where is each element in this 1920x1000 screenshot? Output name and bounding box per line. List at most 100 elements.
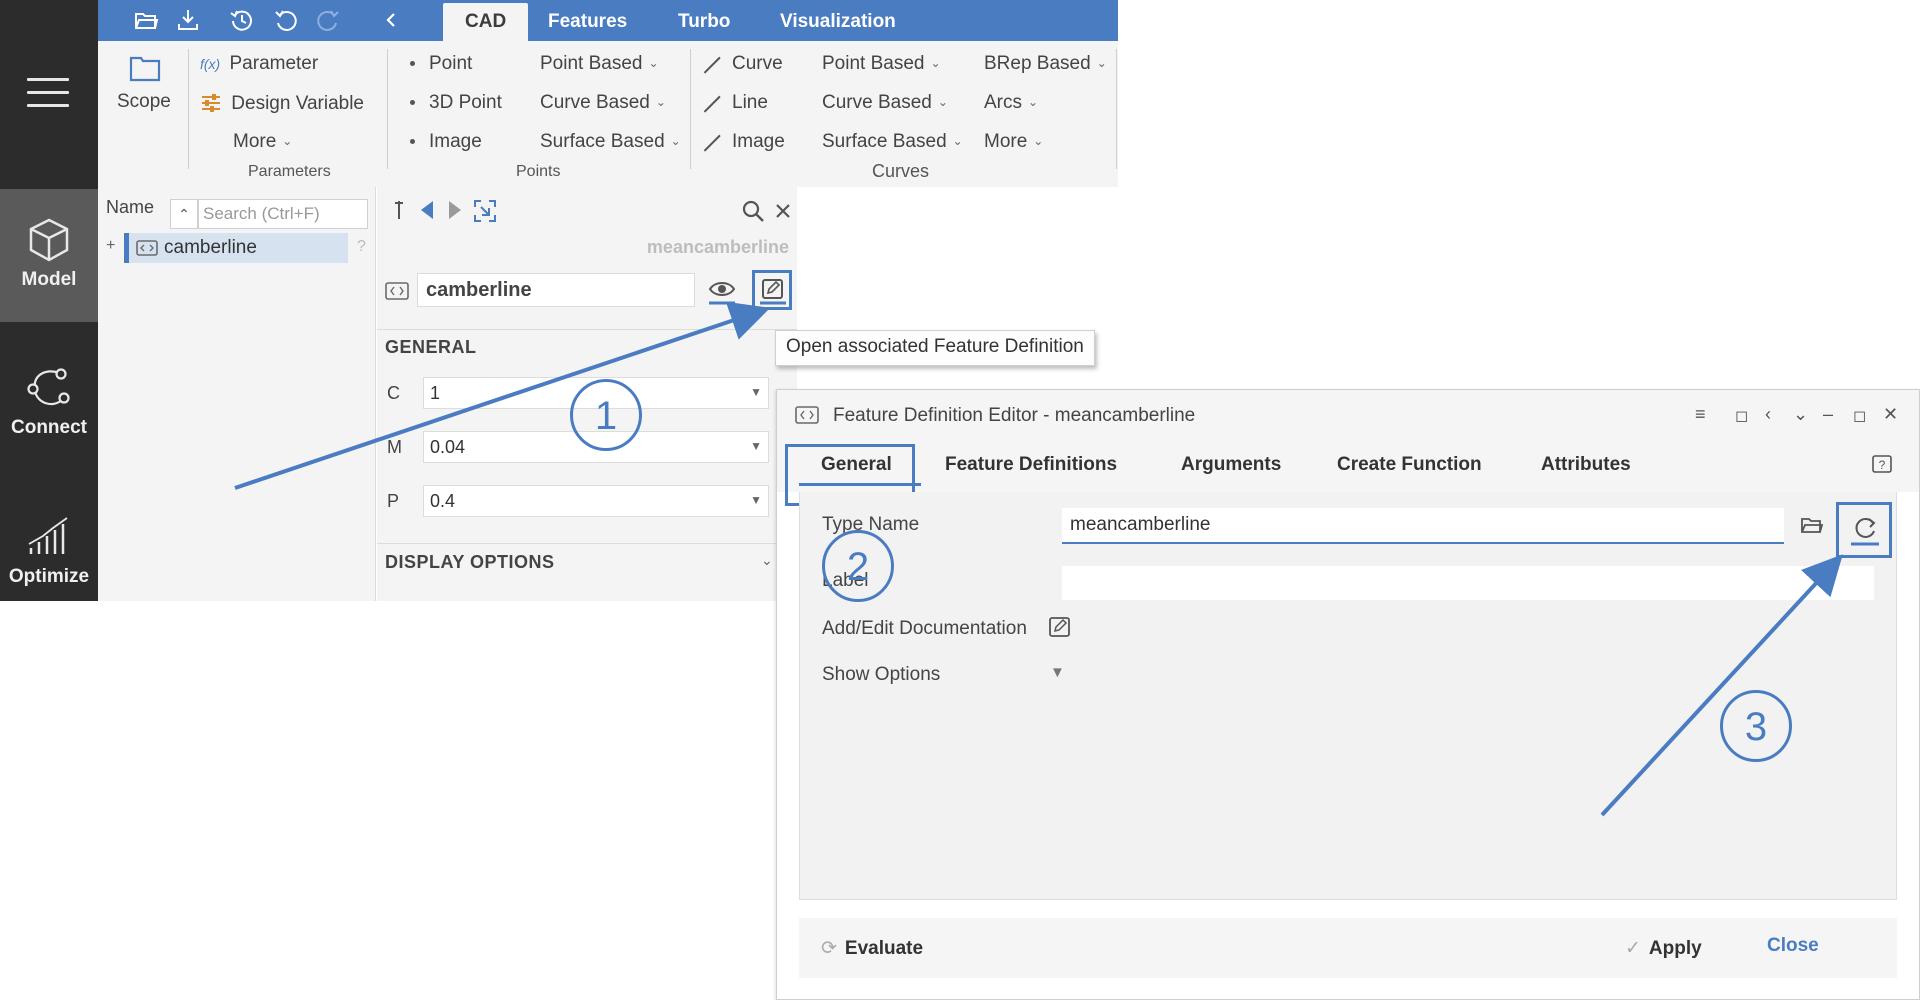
download-icon[interactable] bbox=[175, 7, 201, 33]
3d-point-label: 3D Point bbox=[429, 92, 502, 113]
param-label: M bbox=[387, 437, 402, 457]
dialog-tab-attributes[interactable]: Attributes bbox=[1541, 454, 1631, 476]
3d-point-button[interactable]: 3D Point bbox=[410, 92, 502, 114]
param-label: P bbox=[387, 491, 400, 511]
parameters-more-button[interactable]: More ⌄ bbox=[233, 131, 292, 153]
folder-open-icon[interactable] bbox=[1800, 514, 1824, 536]
general-section-title[interactable]: GENERAL bbox=[385, 337, 477, 358]
line-button[interactable]: Line bbox=[703, 92, 768, 114]
divider bbox=[377, 329, 797, 330]
scope-folder-icon[interactable] bbox=[128, 53, 162, 83]
history-icon[interactable] bbox=[229, 7, 255, 33]
curve-label: Curve bbox=[732, 53, 783, 74]
reload-definition-button[interactable] bbox=[1836, 502, 1892, 558]
dialog-tab-feature-definitions[interactable]: Feature Definitions bbox=[945, 454, 1117, 476]
chevron-down-icon[interactable]: ⌄ bbox=[1793, 404, 1808, 425]
refresh-icon: ⟳ bbox=[821, 938, 837, 959]
edit-documentation-icon[interactable] bbox=[1048, 616, 1072, 640]
refresh-icon bbox=[1851, 518, 1879, 546]
curves-more-dropdown[interactable]: More ⌄ bbox=[984, 131, 1043, 153]
help-icon[interactable]: ? bbox=[1871, 454, 1893, 476]
close-button[interactable]: Close bbox=[1767, 935, 1819, 957]
nav-label: Model bbox=[21, 269, 77, 290]
nav-item-model[interactable]: Model bbox=[0, 189, 98, 322]
point-dot-icon bbox=[410, 61, 415, 66]
folder-open-icon[interactable] bbox=[133, 7, 159, 33]
param-value: 0.04 bbox=[430, 437, 466, 457]
curves-surface-based-dropdown[interactable]: Surface Based ⌄ bbox=[822, 131, 963, 153]
points-point-based-dropdown[interactable]: Point Based ⌄ bbox=[540, 53, 659, 75]
dialog-tab-create-function[interactable]: Create Function bbox=[1337, 454, 1482, 476]
maximize-icon[interactable]: ◻ bbox=[1853, 406, 1866, 426]
tree-row[interactable]: + camberline ? bbox=[102, 233, 372, 263]
previous-triangle-icon[interactable] bbox=[417, 199, 437, 221]
object-name-field[interactable]: camberline bbox=[417, 273, 695, 307]
expand-icon[interactable]: + bbox=[106, 237, 115, 255]
dialog-footer: ⟳ Evaluate ✓ Apply Close bbox=[799, 918, 1897, 978]
tab-features[interactable]: Features bbox=[526, 0, 649, 41]
chevron-down-icon: ⌄ bbox=[952, 134, 963, 148]
points-curve-based-dropdown[interactable]: Curve Based ⌄ bbox=[540, 92, 666, 114]
visibility-toggle[interactable] bbox=[707, 275, 737, 305]
evaluate-label: Evaluate bbox=[844, 938, 924, 959]
image-label: Image bbox=[429, 131, 482, 152]
dialog-title: Feature Definition Editor - meancamberli… bbox=[833, 405, 1196, 426]
label-input[interactable] bbox=[1062, 566, 1874, 600]
hamburger-menu-icon[interactable] bbox=[27, 78, 69, 117]
display-options-section-title[interactable]: DISPLAY OPTIONS bbox=[385, 552, 555, 573]
restore-small-icon[interactable]: ◻ bbox=[1735, 406, 1748, 426]
dropdown-arrow-icon[interactable]: ▼ bbox=[750, 439, 762, 453]
brep-based-dropdown[interactable]: BRep Based ⌄ bbox=[984, 53, 1107, 75]
left-navigation: Model Connect Optimize bbox=[0, 0, 98, 601]
dropdown-arrow-icon[interactable]: ▼ bbox=[750, 493, 762, 507]
curve-image-button[interactable]: Image bbox=[703, 131, 785, 153]
dropdown-arrow-icon[interactable]: ▼ bbox=[750, 385, 762, 399]
scope-button[interactable]: Scope bbox=[117, 91, 171, 113]
next-triangle-icon[interactable] bbox=[445, 199, 465, 221]
design-variable-button[interactable]: Design Variable bbox=[200, 92, 364, 115]
tab-turbo[interactable]: Turbo bbox=[656, 0, 752, 41]
point-image-button[interactable]: Image bbox=[410, 131, 482, 153]
curves-point-based-dropdown[interactable]: Point Based ⌄ bbox=[822, 53, 941, 75]
tab-visualization[interactable]: Visualization bbox=[758, 0, 918, 41]
fit-selection-icon[interactable] bbox=[473, 199, 497, 223]
back-chevron-icon[interactable] bbox=[379, 7, 405, 33]
surface-based-label: Surface Based bbox=[822, 131, 947, 152]
tab-cad[interactable]: CAD bbox=[443, 3, 529, 41]
line-label: Line bbox=[732, 92, 768, 113]
curves-curve-based-dropdown[interactable]: Curve Based ⌄ bbox=[822, 92, 948, 114]
tree-search-input[interactable]: Search (Ctrl+F) bbox=[198, 199, 368, 229]
outline-icon[interactable]: ≡ bbox=[1695, 404, 1706, 425]
type-name-input[interactable]: meancamberline bbox=[1062, 508, 1784, 544]
parameter-button[interactable]: f(x) Parameter bbox=[200, 53, 318, 75]
open-feature-definition-button[interactable] bbox=[752, 270, 792, 310]
chevron-down-icon[interactable]: ⌄ bbox=[761, 552, 773, 569]
show-options-label[interactable]: Show Options bbox=[822, 664, 940, 686]
param-row-p: P 0.4 ▼ bbox=[385, 485, 785, 519]
param-input-p[interactable]: 0.4 ▼ bbox=[423, 485, 769, 517]
redo-icon[interactable] bbox=[315, 7, 341, 33]
evaluate-button[interactable]: ⟳ Evaluate bbox=[821, 937, 923, 960]
close-icon[interactable] bbox=[773, 199, 793, 223]
sort-ascending-icon[interactable]: ⌃ bbox=[170, 199, 198, 229]
dialog-tab-arguments[interactable]: Arguments bbox=[1181, 454, 1281, 476]
close-icon[interactable]: ✕ bbox=[1883, 404, 1898, 425]
step-marker-2: 2 bbox=[822, 530, 894, 602]
apply-button[interactable]: ✓ Apply bbox=[1625, 937, 1702, 960]
expand-triangle-icon[interactable]: ▼ bbox=[1050, 664, 1065, 681]
point-button[interactable]: Point bbox=[410, 53, 472, 75]
arcs-dropdown[interactable]: Arcs ⌄ bbox=[984, 92, 1038, 114]
undo-icon[interactable] bbox=[273, 7, 299, 33]
help-icon[interactable]: ? bbox=[357, 238, 366, 256]
nav-item-connect[interactable]: Connect bbox=[0, 337, 98, 470]
step-marker-1: 1 bbox=[570, 379, 642, 451]
chevron-left-icon[interactable]: ‹ bbox=[1765, 404, 1771, 425]
points-surface-based-dropdown[interactable]: Surface Based ⌄ bbox=[540, 131, 681, 153]
curve-button[interactable]: Curve bbox=[703, 53, 783, 75]
divider bbox=[377, 543, 797, 544]
nav-item-optimize[interactable]: Optimize bbox=[0, 486, 98, 619]
tree-item-label: camberline bbox=[164, 237, 257, 258]
pin-icon[interactable] bbox=[391, 199, 407, 223]
minimize-icon[interactable]: – bbox=[1823, 404, 1833, 425]
search-icon[interactable] bbox=[741, 199, 765, 223]
